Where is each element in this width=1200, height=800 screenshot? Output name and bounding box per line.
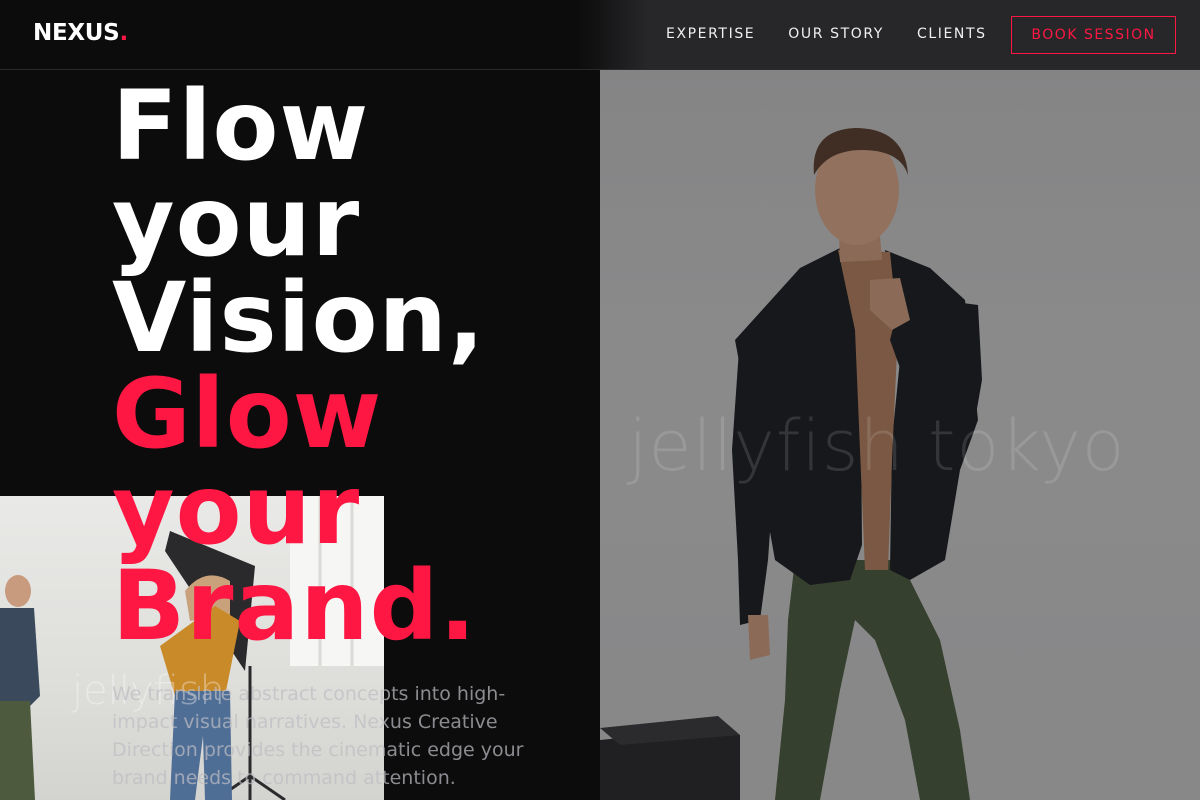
hero-description: We translate abstract concepts into high… bbox=[112, 683, 524, 789]
headline-line-accent: Glow bbox=[112, 358, 383, 470]
headline-line-accent: your bbox=[112, 454, 361, 566]
brand-logo[interactable]: NEXUS. bbox=[33, 20, 128, 46]
nav-link-clients[interactable]: CLIENTS bbox=[917, 26, 987, 42]
book-session-button[interactable]: BOOK SESSION bbox=[1011, 16, 1176, 54]
headline-line: your bbox=[112, 166, 361, 278]
brand-logo-dot: . bbox=[119, 20, 128, 46]
nav-link-our-story[interactable]: OUR STORY bbox=[788, 26, 884, 42]
nav-links: EXPERTISE OUR STORY CLIENTS bbox=[666, 26, 987, 42]
hero-headline: Flow your Vision, Glow your Brand. bbox=[112, 78, 485, 654]
headline-line: Vision, bbox=[112, 262, 486, 374]
watermark-text: jellyfish tokyo bbox=[628, 405, 1126, 487]
landing-page: jellyfish tokyo jellyfish NEXUS. EXPERTI… bbox=[0, 0, 1200, 800]
hero-photo-model bbox=[600, 0, 1200, 800]
headline-line: Flow bbox=[112, 70, 370, 182]
nav-link-expertise[interactable]: EXPERTISE bbox=[666, 26, 755, 42]
top-navigation: NEXUS. EXPERTISE OUR STORY CLIENTS BOOK … bbox=[0, 0, 1200, 70]
headline-line-accent: Brand. bbox=[112, 550, 477, 662]
brand-name: NEXUS bbox=[33, 20, 120, 46]
